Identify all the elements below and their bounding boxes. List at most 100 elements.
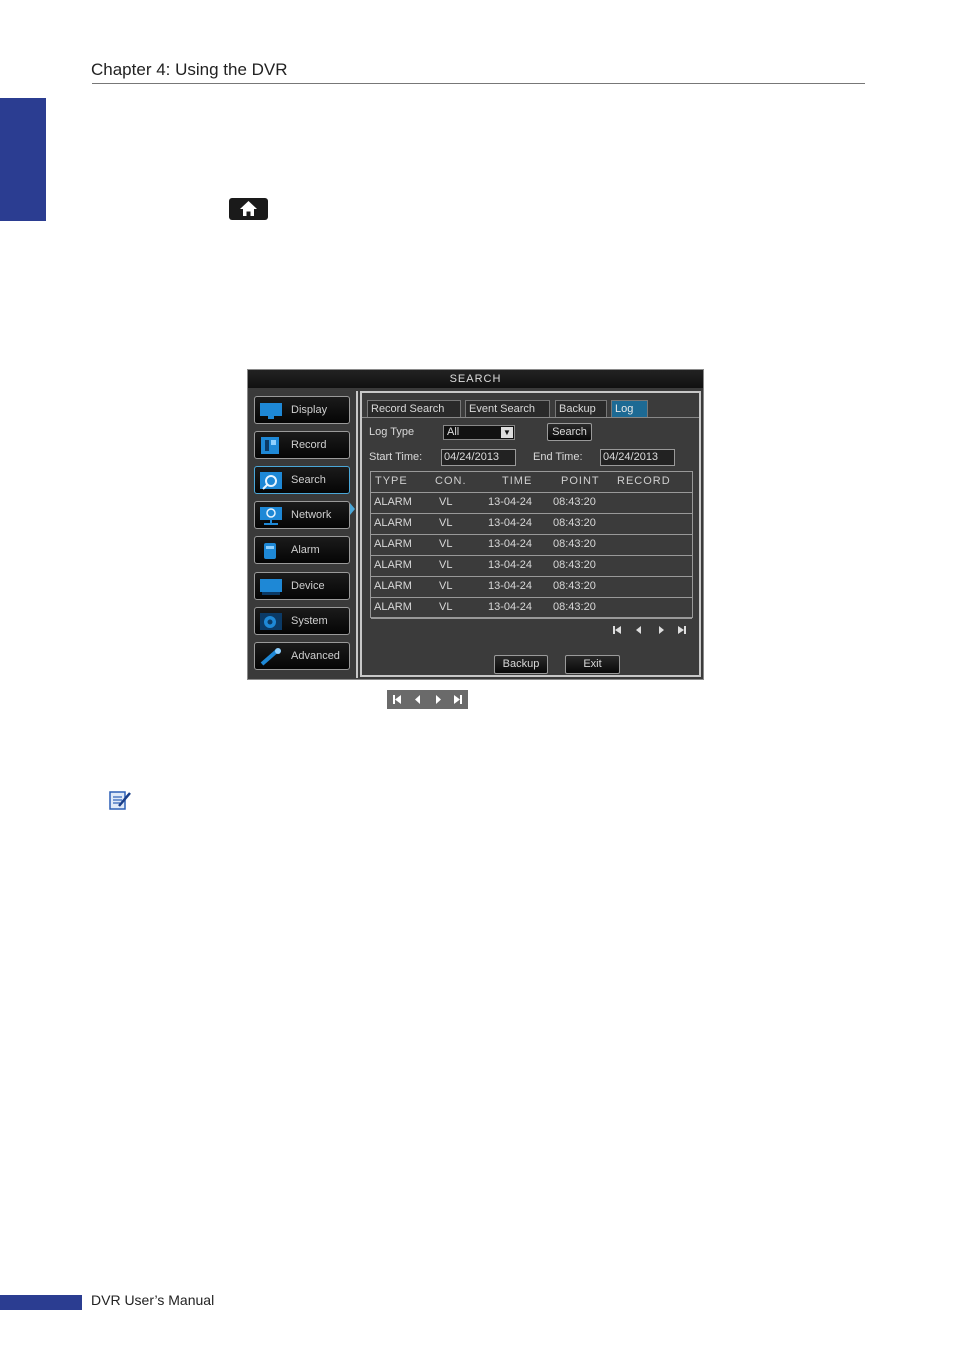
cell-time: 08:43:20 xyxy=(553,559,596,571)
table-row[interactable]: ALARM VL 13-04-24 08:43:20 xyxy=(371,535,692,556)
start-time-field[interactable]: 04/24/2013 xyxy=(441,449,516,466)
last-page-icon xyxy=(454,695,462,704)
cell-con: VL xyxy=(439,601,453,613)
column-header-time: TIME xyxy=(502,475,533,487)
window-title: SEARCH xyxy=(248,370,703,388)
cell-con: VL xyxy=(439,496,453,508)
globe-network-icon xyxy=(260,507,282,525)
first-page-button[interactable] xyxy=(612,625,622,635)
chapter-title: Chapter 4: Using the DVR xyxy=(91,60,288,79)
column-header-con: CON. xyxy=(435,475,467,487)
cell-date: 13-04-24 xyxy=(488,496,533,508)
record-icon xyxy=(261,437,279,454)
cell-type: ALARM xyxy=(374,517,412,529)
sidebar-item-display[interactable]: Display xyxy=(254,396,350,424)
sidebar-item-advanced[interactable]: Advanced xyxy=(254,642,350,670)
sidebar-item-label: Display xyxy=(291,404,328,416)
start-time-label: Start Time: xyxy=(369,451,423,463)
cell-time: 08:43:20 xyxy=(553,580,596,592)
tab-backup[interactable]: Backup xyxy=(555,400,607,417)
tab-log[interactable]: Log xyxy=(611,400,648,417)
column-header-record: RECORD xyxy=(617,475,671,487)
cell-type: ALARM xyxy=(374,601,412,613)
sidebar-item-label: Search xyxy=(291,474,326,486)
end-time-field[interactable]: 04/24/2013 xyxy=(600,449,675,466)
cell-type: ALARM xyxy=(374,580,412,592)
home-button[interactable] xyxy=(229,198,268,220)
gear-icon xyxy=(260,613,282,630)
main-menu-sidebar: Display Record Search Network Alarm Devi… xyxy=(249,391,358,678)
cell-time: 08:43:20 xyxy=(553,496,596,508)
wrench-icon xyxy=(260,648,281,666)
next-icon xyxy=(659,626,664,634)
last-page-button[interactable] xyxy=(677,625,687,635)
table-row[interactable]: ALARM VL 13-04-24 08:43:20 xyxy=(371,556,692,577)
dvr-search-window: SEARCH Display Record Search Network Ala… xyxy=(247,369,704,680)
last-page-icon xyxy=(678,626,686,634)
previous-icon xyxy=(415,695,420,704)
log-table: TYPE CON. TIME POINT RECORD ALARM VL 13-… xyxy=(370,471,693,619)
tab-event-search[interactable]: Event Search xyxy=(465,400,550,417)
table-header: TYPE CON. TIME POINT RECORD xyxy=(371,472,692,493)
page-navigation-icons xyxy=(387,690,468,709)
sidebar-item-label: Record xyxy=(291,439,327,451)
log-type-value: All xyxy=(447,426,460,438)
sidebar-item-label: System xyxy=(291,615,328,627)
backup-button[interactable]: Backup xyxy=(494,655,548,674)
chevron-down-icon: ▼ xyxy=(501,427,513,438)
cell-time: 08:43:20 xyxy=(553,538,596,550)
cell-con: VL xyxy=(439,517,453,529)
sidebar-item-network[interactable]: Network xyxy=(254,501,350,529)
table-row[interactable]: ALARM VL 13-04-24 08:43:20 xyxy=(371,598,692,619)
side-tab-marker xyxy=(0,98,46,221)
next-icon xyxy=(436,695,441,704)
cell-con: VL xyxy=(439,559,453,571)
sidebar-item-device[interactable]: Device xyxy=(254,572,350,600)
previous-icon xyxy=(636,626,641,634)
monitor-icon xyxy=(260,403,282,419)
log-type-select[interactable]: All ▼ xyxy=(443,425,515,440)
cell-date: 13-04-24 xyxy=(488,559,533,571)
tab-divider xyxy=(362,417,699,418)
cell-date: 13-04-24 xyxy=(488,580,533,592)
sidebar-item-system[interactable]: System xyxy=(254,607,350,635)
header-rule xyxy=(92,83,865,84)
cell-con: VL xyxy=(439,580,453,592)
log-type-label: Log Type xyxy=(369,426,415,438)
end-time-label: End Time: xyxy=(533,451,583,463)
note-icon xyxy=(109,791,131,810)
column-header-point: POINT xyxy=(561,475,600,487)
column-header-type: TYPE xyxy=(375,475,408,487)
next-page-button[interactable] xyxy=(656,625,666,635)
cell-date: 13-04-24 xyxy=(488,601,533,613)
cell-type: ALARM xyxy=(374,559,412,571)
first-page-icon xyxy=(393,695,401,704)
cell-type: ALARM xyxy=(374,496,412,508)
sidebar-item-alarm[interactable]: Alarm xyxy=(254,536,350,564)
magnifier-icon xyxy=(260,472,282,490)
cell-date: 13-04-24 xyxy=(488,538,533,550)
alarm-icon xyxy=(264,543,276,559)
cell-type: ALARM xyxy=(374,538,412,550)
table-row[interactable]: ALARM VL 13-04-24 08:43:20 xyxy=(371,577,692,598)
cell-date: 13-04-24 xyxy=(488,517,533,529)
sidebar-item-search[interactable]: Search xyxy=(254,466,350,494)
sidebar-item-record[interactable]: Record xyxy=(254,431,350,459)
first-page-icon xyxy=(613,626,621,634)
sidebar-item-label: Alarm xyxy=(291,544,320,556)
previous-page-button[interactable] xyxy=(634,625,644,635)
cell-con: VL xyxy=(439,538,453,550)
cell-time: 08:43:20 xyxy=(553,601,596,613)
sidebar-item-label: Network xyxy=(291,509,332,521)
tab-record-search[interactable]: Record Search xyxy=(367,400,461,417)
footer-bar xyxy=(0,1295,82,1310)
table-row[interactable]: ALARM VL 13-04-24 08:43:20 xyxy=(371,514,692,535)
sidebar-item-label: Advanced xyxy=(291,650,340,662)
device-icon xyxy=(260,579,282,595)
active-indicator xyxy=(350,503,355,515)
search-button[interactable]: Search xyxy=(547,423,592,441)
table-row[interactable]: ALARM VL 13-04-24 08:43:20 xyxy=(371,493,692,514)
footer-text: DVR User’s Manual xyxy=(91,1292,215,1308)
exit-button[interactable]: Exit xyxy=(565,655,620,674)
search-content-panel: Record Search Event Search Backup Log Lo… xyxy=(360,391,701,677)
